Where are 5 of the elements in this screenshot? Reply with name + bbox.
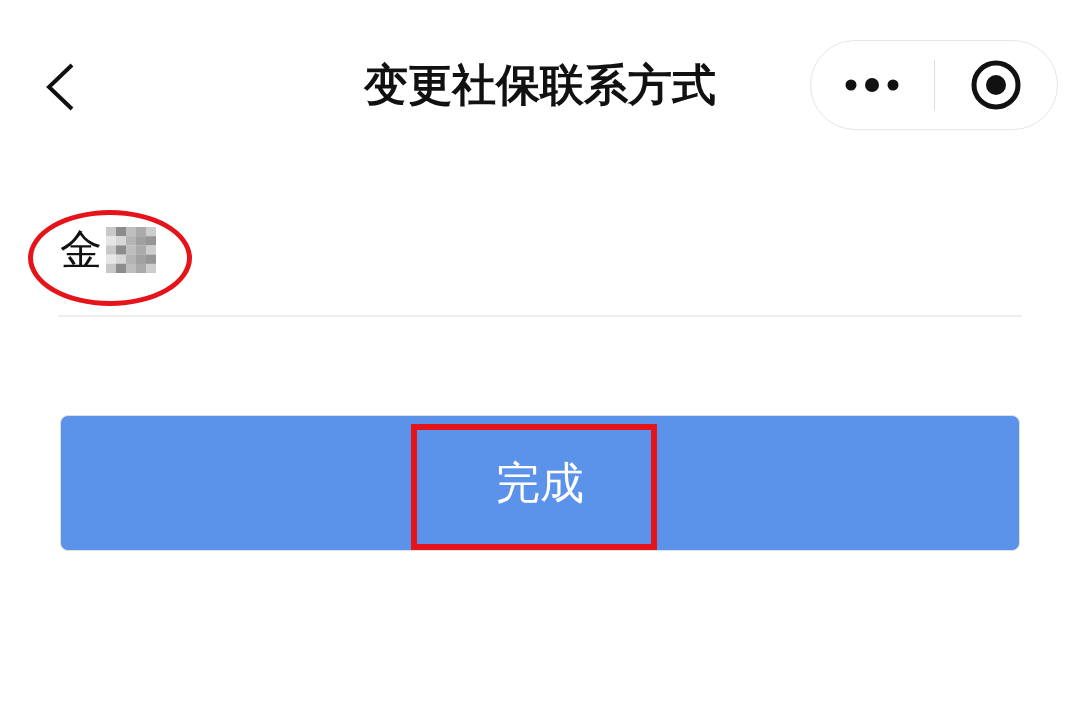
page-title: 变更社保联系方式 <box>364 57 716 112</box>
done-button[interactable]: 完成 <box>60 415 1020 551</box>
back-icon[interactable] <box>44 62 76 112</box>
more-icon[interactable] <box>844 78 901 92</box>
name-text: 金 <box>60 224 102 276</box>
